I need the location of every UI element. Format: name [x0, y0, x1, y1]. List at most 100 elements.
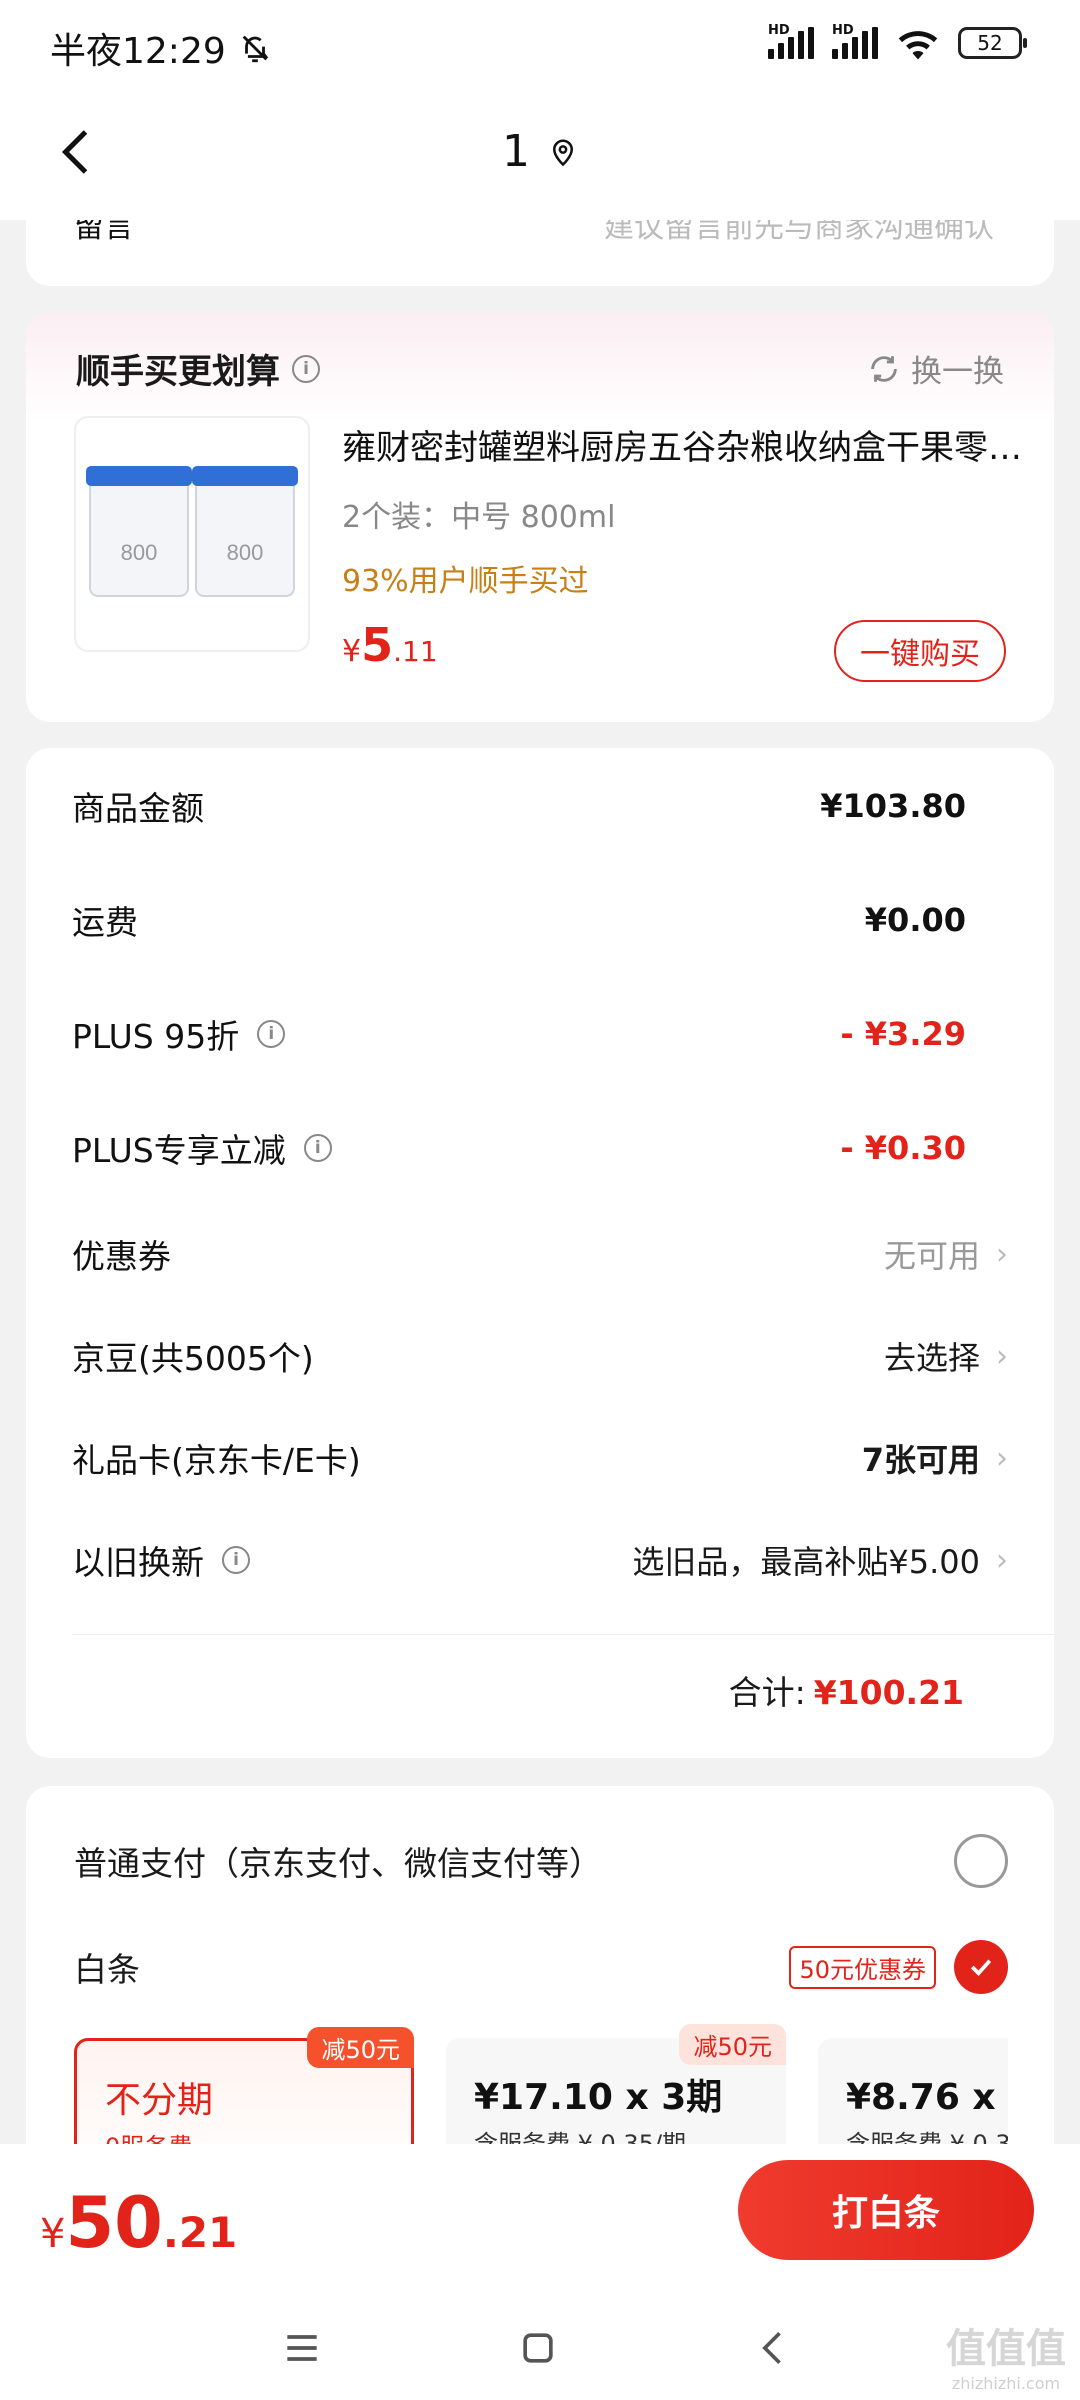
info-icon[interactable]: i — [222, 1546, 250, 1574]
refresh-label: 换一换 — [911, 354, 1004, 390]
payment-normal-label: 普通支付（京东支付、微信支付等） — [74, 1844, 602, 1883]
divider — [72, 1634, 1054, 1635]
chevron-right-icon: › — [996, 1338, 1008, 1374]
mute-bell-icon — [242, 35, 269, 63]
total-value: ¥100.21 — [813, 1673, 964, 1712]
row-value: ¥103.80 — [820, 787, 966, 825]
product-image[interactable]: 800 800 — [74, 416, 310, 652]
row-trade-in[interactable]: 以旧换新 i 选旧品，最高补贴¥5.00 › — [72, 1530, 1008, 1590]
plan-badge: 减50元 — [679, 2024, 786, 2065]
refresh-icon — [871, 355, 897, 382]
payment-option-normal[interactable]: 普通支付（京东支付、微信支付等） — [74, 1826, 1008, 1896]
row-label: 以旧换新 — [72, 1543, 204, 1582]
menu-icon[interactable] — [280, 2326, 324, 2370]
row-shipping: 运费 ¥0.00 — [72, 890, 1008, 950]
row-plus-discount: PLUS 95折 i - ¥3.29 — [72, 1004, 1008, 1064]
row-label: PLUS 95折 — [72, 1017, 240, 1056]
chevron-right-icon: › — [996, 1236, 1008, 1272]
product-name[interactable]: 雍财密封罐塑料厨房五谷杂粮收纳盒干果零食储物罐 — [342, 420, 1022, 469]
watermark: 值值值 zhizhizhi.com — [946, 2316, 1066, 2393]
row-label-group: 以旧换新 i — [72, 1536, 250, 1584]
row-label: 商品金额 — [72, 789, 204, 828]
row-value: - ¥3.29 — [840, 1015, 966, 1053]
jar-label-left: 800 — [121, 540, 158, 565]
pay-total: ¥50.21 — [40, 2182, 237, 2264]
row-gift-card[interactable]: 礼品卡(京东卡/E卡) 7张可用 › — [72, 1428, 1008, 1488]
nav-title[interactable]: 1 — [0, 126, 1080, 177]
row-label: 礼品卡(京东卡/E卡) — [72, 1441, 361, 1480]
product-bought-rate: 93%用户顺手买过 — [342, 564, 589, 599]
home-square-icon[interactable] — [516, 2326, 560, 2370]
row-value: 选旧品，最高补贴¥5.00 — [632, 1543, 980, 1581]
pay-total-int: 50 — [65, 2182, 163, 2264]
status-bar: 半夜12:29 HD HD 52 — [0, 0, 1080, 92]
chevron-right-icon: › — [996, 1440, 1008, 1476]
plan-main: 不分期 — [105, 2080, 214, 2121]
nav-bar: 1 — [0, 92, 1080, 220]
watermark-url: zhizhizhi.com — [951, 2374, 1061, 2393]
plan-main: ¥8.76 x 6期 — [846, 2077, 1008, 2118]
pay-total-symbol: ¥ — [40, 2211, 66, 2257]
row-link: 7张可用 › — [862, 1435, 1008, 1481]
info-icon[interactable]: i — [292, 354, 320, 383]
pay-baitiao-button[interactable]: 打白条 — [738, 2160, 1034, 2260]
total-label: 合计: — [728, 1673, 806, 1712]
row-link: 去选择 › — [884, 1333, 1008, 1379]
row-value: - ¥0.30 — [840, 1129, 966, 1167]
battery-level: 52 — [977, 31, 1003, 55]
system-nav-bar — [0, 2304, 1080, 2400]
signal-icon: HD — [768, 23, 814, 59]
row-value: 无可用 — [883, 1237, 980, 1275]
row-label-group: PLUS 95折 i — [72, 1010, 286, 1058]
addon-card: 顺手买更划算 i 换一换 800 800 雍财密封罐塑料厨房五谷杂粮收纳盒干果零… — [26, 312, 1054, 722]
order-summary-card: 商品金额 ¥103.80 运费 ¥0.00 PLUS 95折 i - ¥3.29… — [26, 748, 1054, 1758]
row-link: 无可用 › — [884, 1231, 1008, 1277]
row-label: 优惠券 — [72, 1237, 171, 1276]
row-coupon[interactable]: 优惠券 无可用 › — [72, 1224, 1008, 1284]
status-icons: HD HD 52 — [768, 23, 1027, 60]
status-time-group: 半夜12:29 — [50, 22, 272, 74]
jar-label-right: 800 — [227, 540, 264, 565]
location-pin-icon — [552, 139, 574, 166]
signal-hd-label-2: HD — [832, 23, 854, 38]
chevron-right-icon: › — [996, 1542, 1008, 1578]
row-goods-amount: 商品金额 ¥103.80 — [72, 776, 1008, 836]
price-symbol: ¥ — [342, 634, 362, 669]
payment-option-baitiao[interactable]: 白条 50元优惠券 — [74, 1932, 1008, 2002]
signal-hd-label: HD — [768, 23, 790, 38]
row-value: 7张可用 — [861, 1441, 980, 1479]
checkmark-icon — [970, 1959, 992, 1976]
radio-checked-icon[interactable] — [954, 1940, 1008, 1994]
row-label: 运费 — [72, 903, 138, 942]
info-icon[interactable]: i — [303, 1134, 332, 1162]
signal-icon-2: HD — [832, 23, 878, 59]
one-click-buy-button[interactable]: 一键购买 — [834, 620, 1006, 682]
order-total: 合计: ¥100.21 — [729, 1666, 964, 1714]
row-value: ¥0.00 — [864, 901, 966, 939]
back-nav-icon[interactable] — [752, 2326, 796, 2370]
row-label-group: PLUS专享立减 i — [72, 1124, 332, 1172]
storage-jar-image: 800 800 — [86, 466, 298, 597]
row-value: 去选择 — [883, 1339, 980, 1377]
watermark-text: 值值值 — [946, 2326, 1066, 2372]
row-label: PLUS专享立减 — [72, 1131, 286, 1170]
baitiao-right: 50元优惠券 — [789, 1940, 1008, 1994]
product-price: ¥5.11 — [342, 618, 438, 672]
bottom-bar: ¥50.21 打白条 — [0, 2144, 1080, 2400]
wifi-icon — [898, 31, 938, 60]
addon-title: 顺手买更划算 i — [76, 344, 320, 393]
row-label: 京豆(共5005个) — [72, 1339, 314, 1378]
price-dec: .11 — [393, 635, 438, 668]
refresh-button[interactable]: 换一换 — [867, 346, 1004, 391]
coupon-tag: 50元优惠券 — [789, 1945, 936, 1989]
row-jingdou[interactable]: 京豆(共5005个) 去选择 › — [72, 1326, 1008, 1386]
product-spec: 2个装：中号 800ml — [342, 500, 616, 535]
info-icon[interactable]: i — [257, 1020, 286, 1048]
price-int: 5 — [361, 618, 394, 672]
row-link: 选旧品，最高补贴¥5.00 › — [632, 1537, 1008, 1583]
plan-main: ¥17.10 x 3期 — [474, 2077, 723, 2118]
row-plus-reduction: PLUS专享立减 i - ¥0.30 — [72, 1118, 1008, 1178]
radio-unchecked[interactable] — [954, 1834, 1008, 1888]
battery-icon: 52 — [958, 27, 1027, 59]
nav-title-text: 1 — [502, 126, 530, 177]
